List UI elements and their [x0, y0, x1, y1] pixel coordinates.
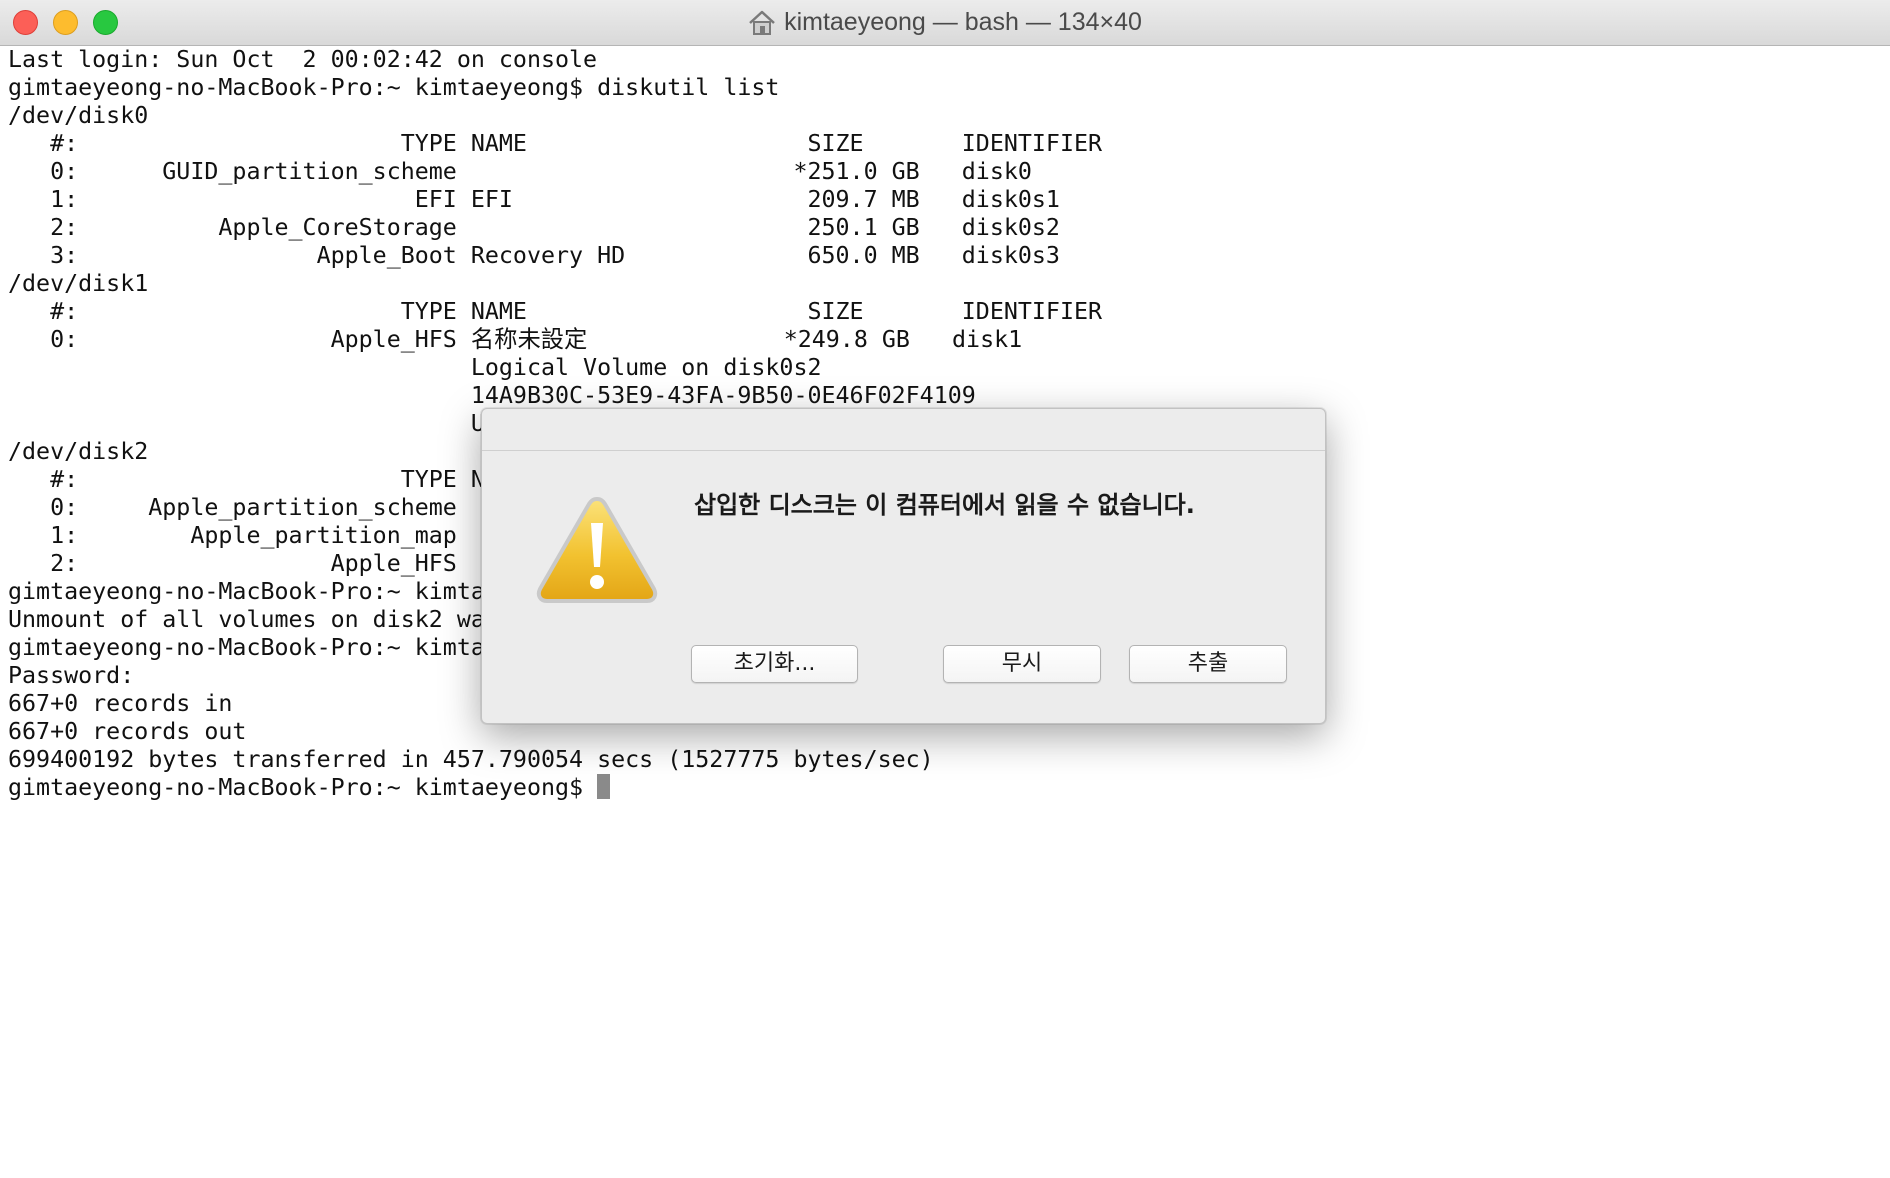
eject-button[interactable]: 추출: [1129, 645, 1287, 683]
home-icon: [749, 10, 775, 35]
unreadable-disk-alert: 삽입한 디스크는 이 컴퓨터에서 읽을 수 없습니다. 초기화... 무시 추출: [481, 408, 1326, 724]
dialog-message: 삽입한 디스크는 이 컴퓨터에서 읽을 수 없습니다.: [694, 491, 1195, 519]
terminal-prompt: gimtaeyeong-no-MacBook-Pro:~ kimtaeyeong…: [8, 774, 598, 801]
window-title-area: kimtaeyeong — bash — 134×40: [0, 0, 1890, 45]
dialog-top-divider: [482, 450, 1325, 451]
warning-icon: [536, 496, 658, 603]
text-cursor: [597, 774, 611, 799]
window-title-group: kimtaeyeong — bash — 134×40: [748, 0, 1142, 45]
title-bar[interactable]: kimtaeyeong — bash — 134×40: [0, 0, 1890, 46]
ignore-button[interactable]: 무시: [943, 645, 1101, 683]
initialize-button[interactable]: 초기화...: [691, 645, 858, 683]
window-title: kimtaeyeong — bash — 134×40: [784, 8, 1142, 36]
terminal-window: kimtaeyeong — bash — 134×40 Last login: …: [0, 0, 1890, 1178]
